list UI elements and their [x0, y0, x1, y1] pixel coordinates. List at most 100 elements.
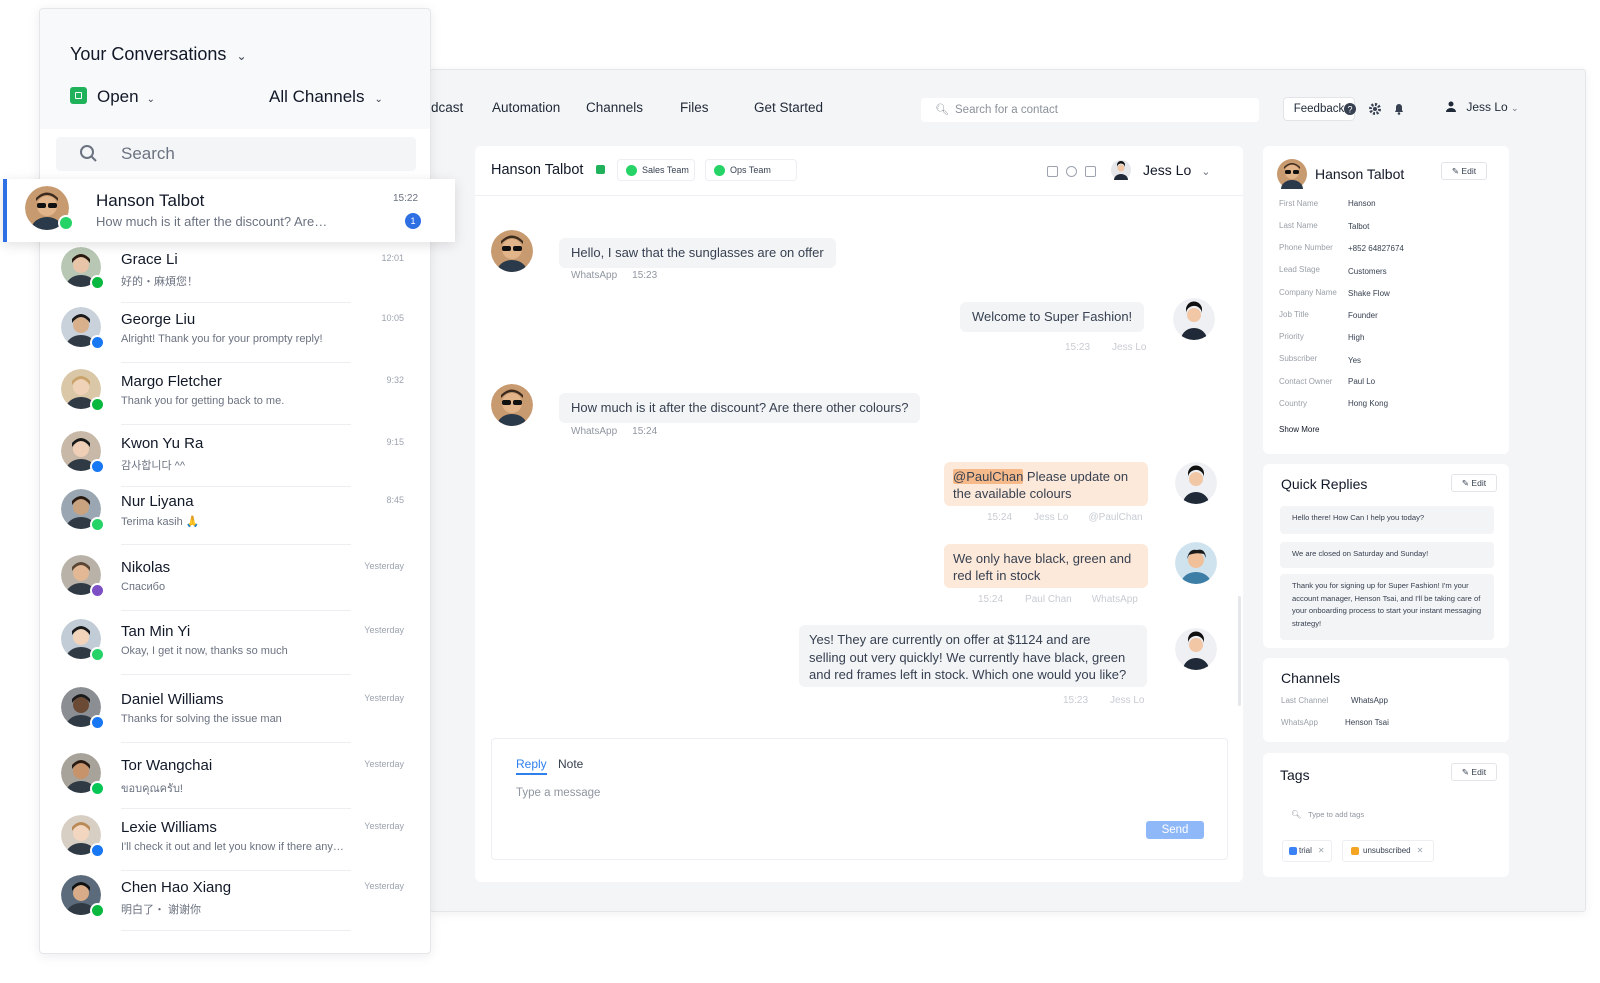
send-button[interactable]: Send [1146, 821, 1204, 839]
nav-item-broadcast[interactable]: dcast [431, 100, 463, 115]
conversation-item[interactable]: Chen Hao Xiang 明白了・ 谢谢你 Yesterday [40, 869, 432, 931]
tag-input[interactable]: 🔍︎ Type to add tags [1280, 801, 1468, 829]
row-divider [121, 674, 351, 675]
agent-avatar [1175, 462, 1217, 504]
quick-reply-item[interactable]: Hello there! How Can I help you today? [1280, 506, 1494, 534]
help-icon[interactable]: ? [1343, 102, 1357, 116]
field-value: Talbot [1348, 222, 1370, 231]
quick-replies-card: Quick Replies ✎ Edit Hello there! How Ca… [1263, 464, 1509, 648]
wechat-icon [90, 397, 105, 412]
tag-color-swatch [1351, 847, 1359, 855]
agent-avatar [1173, 298, 1215, 340]
check-icon[interactable] [1085, 166, 1096, 177]
gear-icon[interactable] [1368, 102, 1382, 116]
bell-icon[interactable] [1392, 102, 1406, 116]
conversation-time: Yesterday [364, 759, 404, 769]
whatsapp-icon [714, 165, 725, 176]
nav-item-get-started[interactable]: Get Started [754, 100, 823, 115]
assignee-dropdown[interactable]: Jess Lo ⌄ [1143, 162, 1210, 178]
chat-scrollbar[interactable] [1238, 596, 1241, 706]
field-label: Company Name [1279, 288, 1337, 297]
message-bubble: Welcome to Super Fashion! [960, 302, 1145, 332]
conversation-preview: ขอบคุณครับ! [121, 783, 183, 795]
field-value: Customers [1348, 267, 1387, 276]
wechat-icon [90, 903, 105, 918]
team-chip-ops[interactable]: Ops Team [705, 159, 797, 181]
conversation-time: Yesterday [364, 881, 404, 891]
show-more-link[interactable]: Show More [1279, 425, 1319, 434]
wechat-icon [90, 275, 105, 290]
field-value: Founder [1348, 311, 1378, 320]
tag-chip-trial[interactable]: trial ✕ [1282, 840, 1332, 862]
conversation-preview: 好的・麻煩您！ [121, 276, 198, 288]
contact-avatar [491, 230, 533, 272]
tag-color-swatch [1289, 847, 1297, 855]
conversation-name: Nur Liyana [121, 493, 194, 510]
field-value: Yes [1348, 356, 1362, 365]
team-chip-sales[interactable]: Sales Team [617, 159, 695, 181]
chat-contact-name: Hanson Talbot [491, 162, 584, 178]
tab-reply[interactable]: Reply [516, 757, 547, 775]
tags-card: Tags ✎ Edit 🔍︎ Type to add tags trial ✕ u… [1263, 753, 1509, 877]
conversation-preview: How much is it after the discount? Are… [96, 214, 328, 229]
whatsapp-icon [90, 517, 105, 532]
viber-icon [90, 583, 105, 598]
conversation-preview: Alright! Thank you for your prompty repl… [121, 333, 323, 345]
message-input[interactable]: Type a message [516, 787, 600, 799]
messenger-icon [90, 715, 105, 730]
field-label: Last Channel [1281, 696, 1329, 705]
conversations-title-text: Your Conversations [70, 44, 227, 64]
conversation-item[interactable]: Tan Min Yi Okay, I get it now, thanks so … [40, 613, 432, 675]
conversation-item[interactable]: Grace Li 好的・麻煩您！ 12:01 [40, 241, 432, 303]
line-icon [90, 781, 105, 796]
nav-item-files[interactable]: Files [680, 100, 709, 115]
tab-note[interactable]: Note [558, 757, 583, 771]
conversation-item[interactable]: Margo Fletcher Thank you for getting back… [40, 363, 432, 425]
tag-chip-unsubscribed[interactable]: unsubscribed ✕ [1342, 840, 1435, 862]
nav-item-automation[interactable]: Automation [492, 100, 560, 115]
status-filter[interactable]: Open ⌄ [70, 87, 155, 107]
conversation-item[interactable]: Daniel Williams Thanks for solving the is… [40, 681, 432, 743]
edit-quick-replies-button[interactable]: ✎ Edit [1451, 474, 1497, 492]
bookmark-icon[interactable] [1047, 166, 1058, 177]
conversation-preview: Terima kasih 🙏 [121, 516, 200, 528]
clock-icon[interactable] [1066, 166, 1077, 177]
conversation-item[interactable]: Tor Wangchai ขอบคุณครับ! Yesterday [40, 747, 432, 809]
close-icon[interactable]: ✕ [1417, 846, 1424, 855]
whatsapp-icon [626, 165, 637, 176]
conversation-time: 12:01 [381, 253, 404, 263]
conversation-item-active[interactable]: Hanson Talbot How much is it after the d… [3, 179, 455, 242]
user-menu[interactable]: Jess Lo ⌄ [1445, 100, 1519, 114]
nav-item-channels[interactable]: Channels [586, 100, 643, 115]
close-icon[interactable]: ✕ [1318, 846, 1325, 855]
conversations-title[interactable]: Your Conversations ⌄ [70, 44, 247, 65]
conversation-item[interactable]: George Liu Alright! Thank you for your pr… [40, 301, 432, 363]
row-divider [121, 610, 351, 611]
chevron-down-icon: ⌄ [374, 94, 383, 105]
contact-search-input[interactable]: 🔍︎ Search for a contact [921, 98, 1259, 122]
quick-reply-item[interactable]: Thank you for signing up for Super Fashi… [1280, 574, 1494, 640]
messenger-icon [90, 459, 105, 474]
conversation-search-input[interactable]: Search [56, 137, 416, 171]
field-label: Phone Number [1279, 243, 1333, 252]
conversation-item[interactable]: Kwon Yu Ra 감사합니다 ^^ 9:15 [40, 425, 432, 487]
conversation-item[interactable]: Nikolas Спасибо Yesterday [40, 549, 432, 611]
conversation-name: Grace Li [121, 251, 178, 268]
field-value: +852 64827674 [1348, 244, 1404, 253]
conversation-item[interactable]: Lexie Williams I'll check it out and let … [40, 809, 432, 871]
channel-filter[interactable]: All Channels ⌄ [269, 87, 383, 107]
conversation-preview: Спасибо [121, 581, 166, 593]
unread-count-badge: 1 [405, 213, 421, 229]
field-label: Last Name [1279, 221, 1318, 230]
edit-tags-button[interactable]: ✎ Edit [1451, 763, 1497, 781]
open-status-icon [70, 87, 87, 104]
conversation-name: Margo Fletcher [121, 373, 222, 390]
message-bubble: How much is it after the discount? Are t… [559, 393, 921, 423]
search-icon: 🔍︎ [935, 104, 949, 116]
conversation-item[interactable]: Nur Liyana Terima kasih 🙏 8:45 [40, 483, 432, 545]
conversations-panel: Your Conversations ⌄ Open ⌄ All Channels ⌄ … [39, 8, 431, 954]
quick-reply-item[interactable]: We are closed on Saturday and Sunday! [1280, 542, 1494, 568]
edit-contact-button[interactable]: ✎ Edit [1441, 162, 1487, 180]
message-meta: 15:24 Jess Lo @PaulChan [987, 512, 1143, 523]
chat-panel: Hanson Talbot Sales Team Ops Team Jess L… [475, 146, 1243, 882]
